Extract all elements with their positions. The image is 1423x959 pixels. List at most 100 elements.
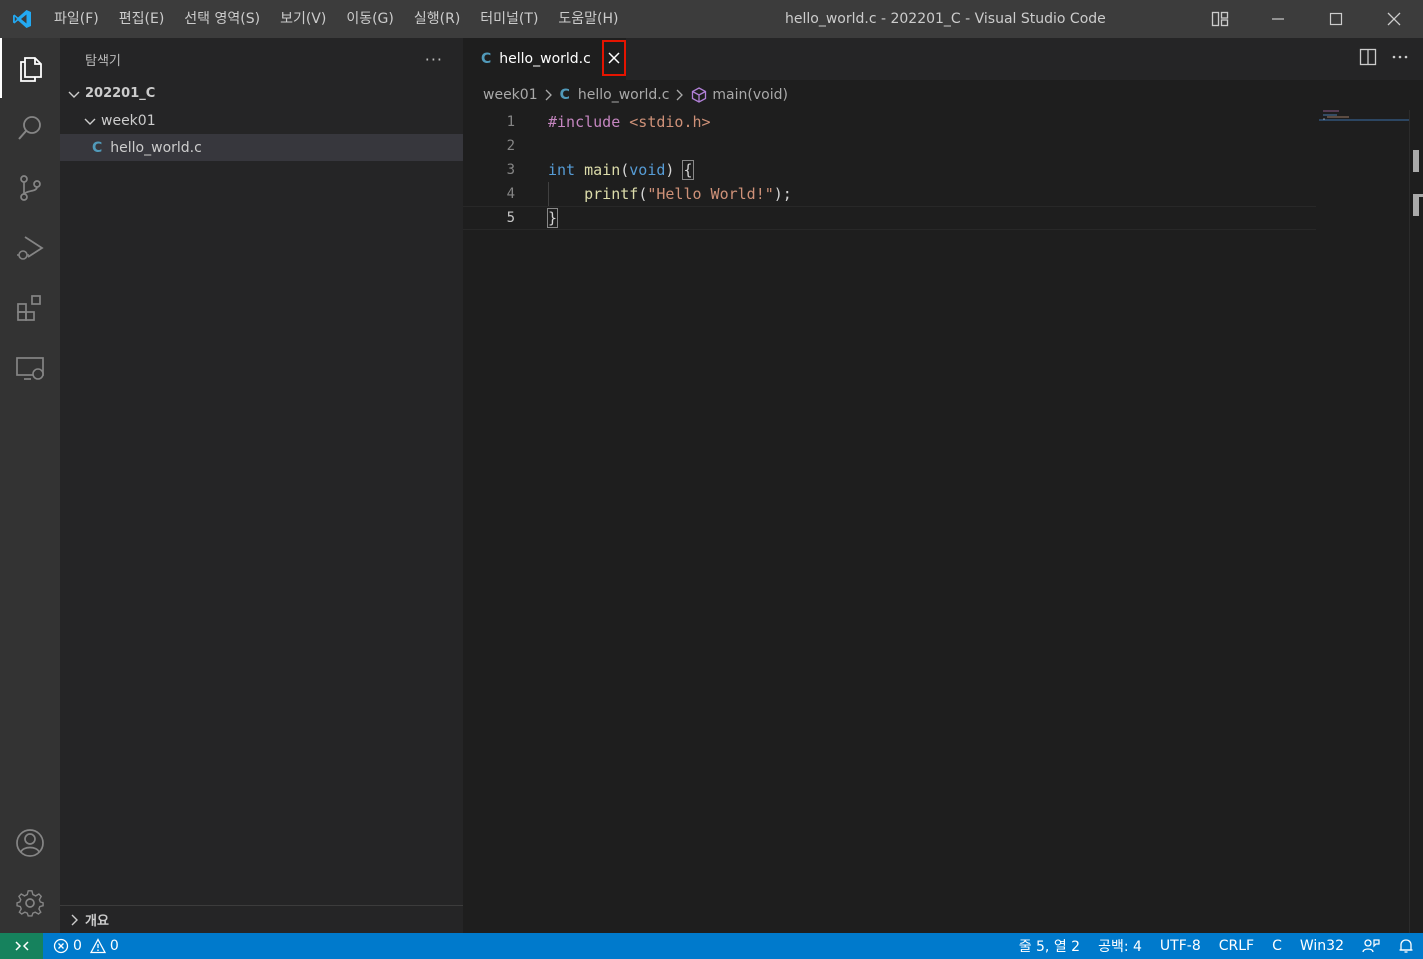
language-mode[interactable]: C	[1263, 938, 1291, 954]
search-icon	[18, 116, 41, 140]
maximize-button[interactable]	[1307, 0, 1365, 38]
line-number: 4	[506, 186, 515, 202]
tab-hello-world[interactable]: C hello_world.c	[463, 38, 626, 80]
cursor-position[interactable]: 줄 5, 열 2	[1010, 936, 1089, 956]
title-bar: 파일(F) 편집(E) 선택 영역(S) 보기(V) 이동(G) 실행(R) 터…	[0, 0, 1423, 38]
remote-explorer-icon	[16, 357, 44, 380]
tab-close-button[interactable]	[602, 40, 626, 76]
root-folder-label: 202201_C	[85, 86, 156, 101]
chevron-right-icon	[66, 912, 82, 928]
file-label: hello_world.c	[110, 139, 202, 156]
minimap[interactable]	[1319, 110, 1409, 130]
menu-file[interactable]: 파일(F)	[44, 0, 109, 38]
ellipsis-icon	[1392, 55, 1408, 59]
code-line-3: 3 int main(void) {	[463, 158, 1316, 182]
indent-guide	[548, 182, 549, 206]
settings-button[interactable]	[0, 873, 60, 933]
bell-icon	[1399, 939, 1413, 953]
indentation[interactable]: 공백: 4	[1089, 936, 1151, 956]
search-button[interactable]	[0, 98, 60, 158]
outline-section-header[interactable]: 개요	[60, 905, 463, 933]
accounts-button[interactable]	[0, 813, 60, 873]
editor-scrollbar[interactable]	[1409, 110, 1423, 933]
include-header: <stdio.h>	[620, 113, 711, 131]
status-bar: 0 0 줄 5, 열 2 공백: 4 UTF-8 CRLF C Win32	[0, 933, 1423, 959]
breadcrumb-file[interactable]: hello_world.c	[578, 87, 670, 103]
status-right: 줄 5, 열 2 공백: 4 UTF-8 CRLF C Win32	[1010, 933, 1423, 959]
remote-icon	[14, 941, 29, 951]
menu-go[interactable]: 이동(G)	[336, 0, 404, 38]
close-window-button[interactable]	[1365, 0, 1423, 38]
code-line-2: 2	[463, 134, 1316, 158]
run-debug-button[interactable]	[0, 218, 60, 278]
close-icon	[1387, 12, 1401, 26]
source-control-button[interactable]	[0, 158, 60, 218]
more-actions-button[interactable]: ···	[425, 50, 443, 69]
matching-brace: }	[546, 208, 559, 228]
vscode-logo-icon	[0, 0, 44, 38]
code-line-5: 5 }	[463, 206, 1316, 230]
param-keyword: void	[629, 161, 666, 179]
editor-tab-bar: C hello_world.c	[463, 38, 1423, 80]
string-literal: "Hello World!"	[647, 185, 774, 203]
close-icon	[608, 52, 620, 64]
explorer-sidebar: 탐색기 ··· 202201_C week01 C hello_world.c …	[60, 38, 463, 933]
line-number: 3	[506, 162, 515, 178]
line-number: 1	[506, 114, 515, 130]
folder-label: week01	[101, 112, 156, 129]
editor-more-actions-button[interactable]	[1391, 48, 1409, 70]
chevron-right-icon	[675, 89, 685, 101]
breadcrumb-symbol[interactable]: main(void)	[712, 87, 788, 103]
menu-terminal[interactable]: 터미널(T)	[470, 0, 548, 38]
code-text: #include <stdio.h>	[548, 113, 711, 131]
remote-explorer-button[interactable]	[0, 338, 60, 398]
feedback-icon	[1362, 939, 1380, 953]
c-file-icon: C	[559, 87, 570, 103]
feedback-button[interactable]	[1353, 938, 1389, 954]
remote-indicator-button[interactable]	[0, 933, 43, 959]
line-number: 2	[506, 138, 515, 154]
encoding[interactable]: UTF-8	[1151, 938, 1210, 954]
sidebar-title: 탐색기	[85, 53, 121, 69]
tree-folder-week01[interactable]: week01	[60, 107, 463, 134]
warning-count: 0	[109, 938, 119, 954]
chevron-right-icon	[544, 89, 554, 101]
preprocessor-directive: #include	[548, 113, 621, 131]
split-editor-button[interactable]	[1359, 48, 1377, 70]
code-text: int main(void) {	[548, 160, 694, 180]
code-text: printf("Hello World!");	[548, 185, 792, 203]
function-call: printf	[584, 185, 639, 203]
menu-help[interactable]: 도움말(H)	[548, 0, 628, 38]
notifications-button[interactable]	[1389, 938, 1423, 954]
menu-run[interactable]: 실행(R)	[404, 0, 470, 38]
tree-file-hello-world[interactable]: C hello_world.c	[60, 134, 463, 161]
error-icon	[53, 938, 69, 954]
code-line-4: 4 printf("Hello World!");	[463, 182, 1316, 206]
menu-view[interactable]: 보기(V)	[270, 0, 336, 38]
punctuation: (	[620, 161, 630, 179]
activity-bar	[0, 38, 60, 933]
warning-icon	[89, 938, 106, 954]
extensions-button[interactable]	[0, 278, 60, 338]
explorer-button[interactable]	[0, 38, 60, 98]
end-of-line[interactable]: CRLF	[1210, 938, 1263, 954]
minimize-icon	[1272, 18, 1284, 20]
menu-bar: 파일(F) 편집(E) 선택 영역(S) 보기(V) 이동(G) 실행(R) 터…	[44, 0, 629, 38]
problems-indicator[interactable]: 0 0	[43, 938, 119, 954]
c-file-icon: C	[92, 139, 103, 156]
menu-edit[interactable]: 편집(E)	[109, 0, 175, 38]
files-icon	[20, 57, 42, 82]
symbol-method-icon	[691, 87, 707, 103]
minimize-button[interactable]	[1249, 0, 1307, 38]
workspace-root-folder[interactable]: 202201_C	[60, 80, 463, 107]
menu-selection[interactable]: 선택 영역(S)	[174, 0, 270, 38]
platform-config[interactable]: Win32	[1291, 938, 1353, 954]
sidebar-header: 탐색기 ···	[60, 38, 463, 80]
c-file-icon: C	[481, 51, 492, 67]
layout-button[interactable]	[1191, 0, 1249, 38]
breadcrumb-folder[interactable]: week01	[483, 87, 538, 103]
code-editor[interactable]: 1 #include <stdio.h> 2 3 int main(void) …	[463, 110, 1423, 933]
window-title: hello_world.c - 202201_C - Visual Studio…	[785, 11, 1106, 27]
